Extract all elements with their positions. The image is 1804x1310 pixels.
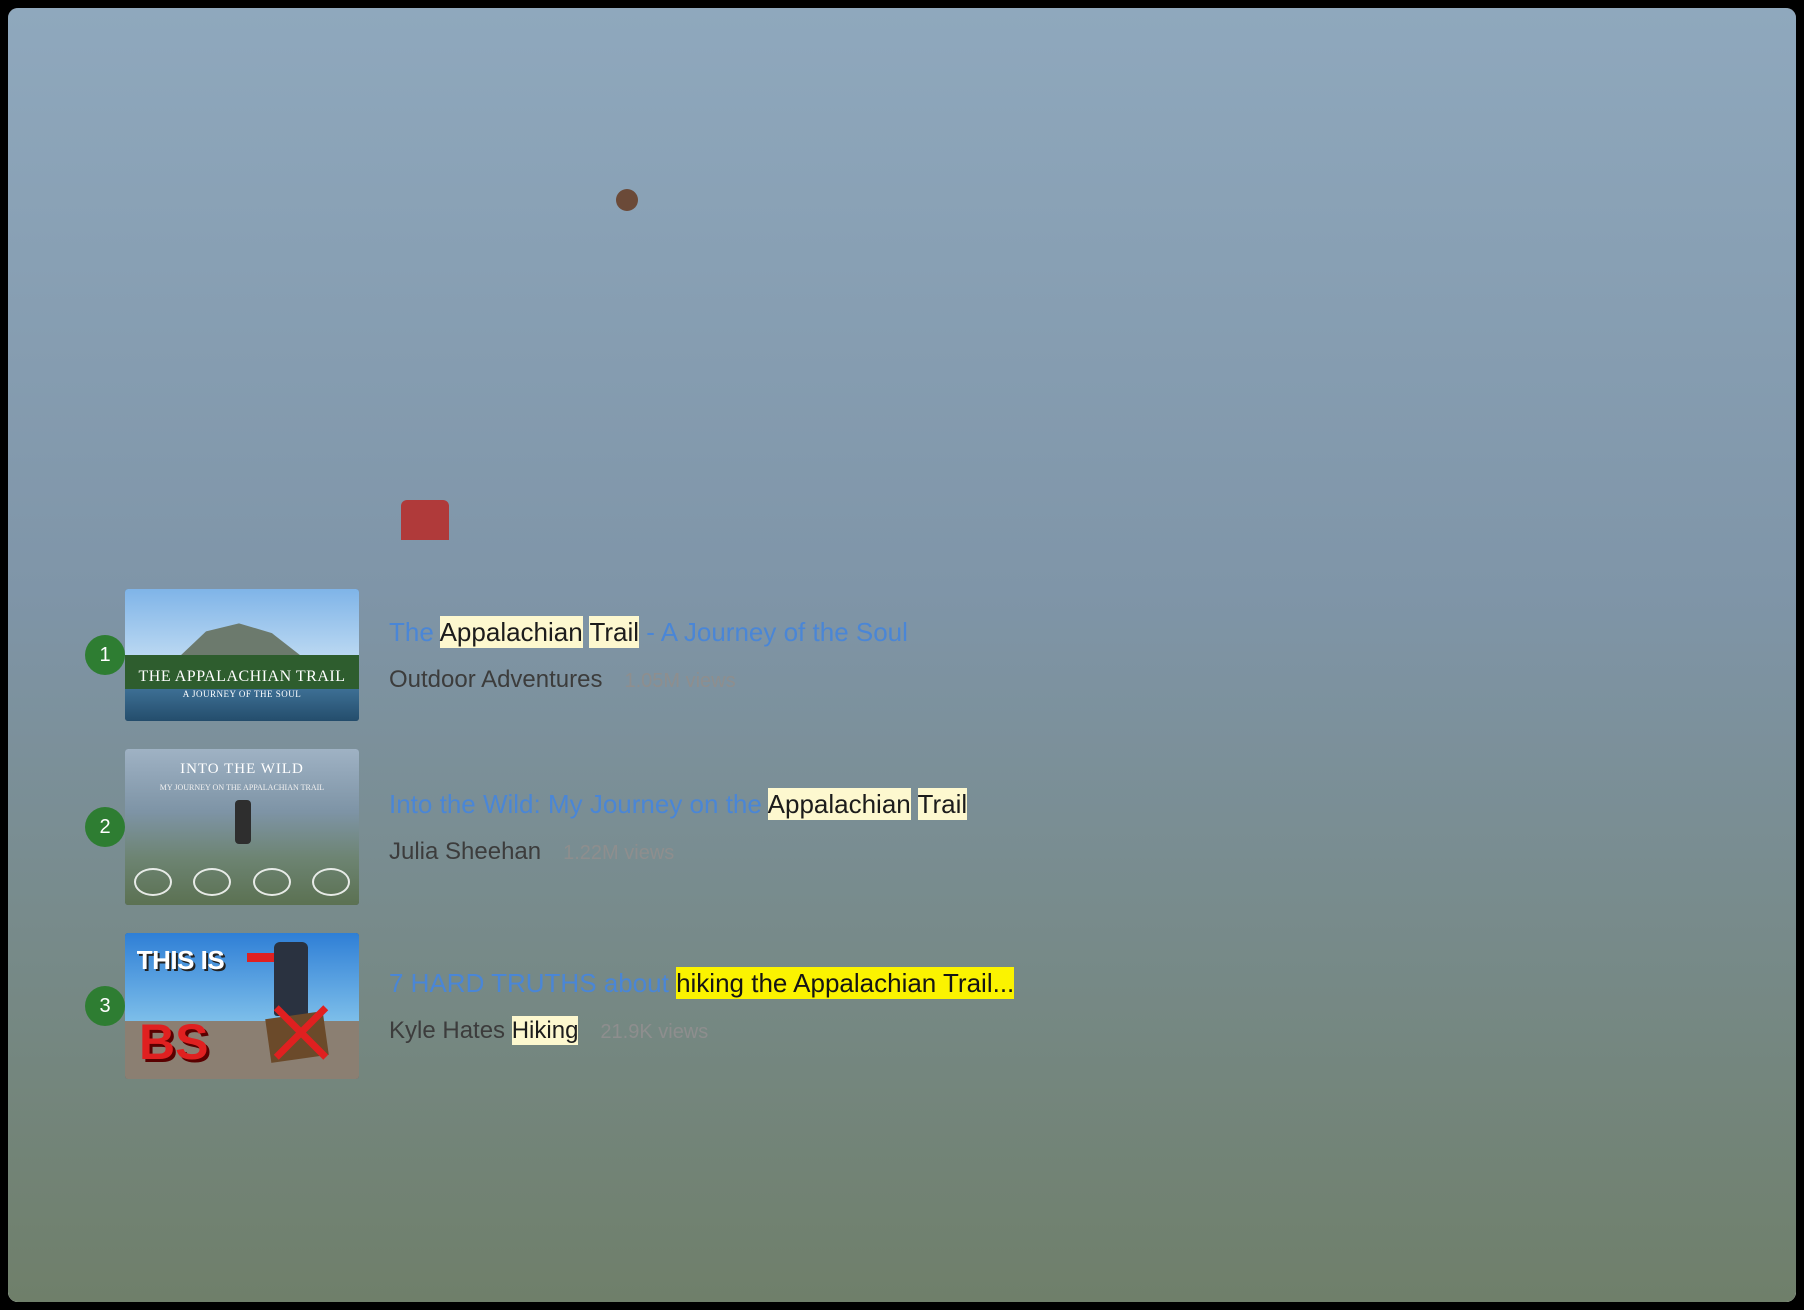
top-ranking-panel: CHANNEL Kyle Hates Hiking J YOU Joe Samp… (54, 337, 1750, 495)
channel-avatar-art (77, 356, 140, 419)
channel-avatar (77, 356, 140, 419)
result-title-link[interactable]: Into the Wild: My Journey on the Appalac… (389, 788, 967, 821)
result-meta: The Appalachian Trail - A Journey of the… (389, 616, 908, 695)
rank-badge: 3 (85, 986, 125, 1026)
rank-badge: 2 (85, 807, 125, 847)
main-content: Top Ranking in Search CHANNEL Kyle Hates… (8, 268, 1796, 1202)
thumbnail-art: INTO THE WILD MY JOURNEY ON THE APPALACH… (125, 749, 359, 905)
table-row[interactable]: 3 THIS IS BS 7 HARD TRUTHS about hiking … (77, 919, 1727, 1093)
result-views: 21.9K views (600, 1021, 708, 1044)
result-views: 1.22M views (563, 842, 674, 865)
result-channel: Julia Sheehan (389, 838, 541, 866)
result-views: 1.05M views (624, 670, 735, 693)
video-thumbnail[interactable]: THIS IS BS (125, 933, 359, 1079)
thumbnail-art: THE APPALACHIAN TRAILA JOURNEY OF THE SO… (125, 589, 359, 721)
result-title-link[interactable]: 7 HARD TRUTHS about hiking the Appalachi… (389, 967, 1014, 1000)
result-meta: Into the Wild: My Journey on the Appalac… (389, 788, 967, 867)
top-ranking-row: CHANNEL Kyle Hates Hiking J YOU Joe Samp… (77, 356, 1727, 434)
result-title-link[interactable]: The Appalachian Trail - A Journey of the… (389, 616, 908, 649)
video-thumbnail[interactable]: THE APPALACHIAN TRAILA JOURNEY OF THE SO… (125, 589, 359, 721)
video-thumbnail[interactable]: INTO THE WILD MY JOURNEY ON THE APPALACH… (125, 749, 359, 905)
result-channel: Outdoor Adventures (389, 666, 602, 694)
result-meta: 7 HARD TRUTHS about hiking the Appalachi… (389, 967, 1014, 1046)
keyword-explorer-window: tb Keyword Explorer ? × EXPLORE Keywords… (8, 8, 1796, 1302)
thumbnail-art: THIS IS BS (125, 933, 359, 1079)
rank-badge: 1 (85, 635, 125, 675)
result-subline: Julia Sheehan 1.22M views (389, 838, 967, 866)
table-row[interactable]: 1 THE APPALACHIAN TRAILA JOURNEY OF THE … (77, 575, 1727, 735)
table-row[interactable]: 2 INTO THE WILD MY JOURNEY ON THE APPALA… (77, 735, 1727, 919)
search-results-panel: 1 THE APPALACHIAN TRAILA JOURNEY OF THE … (54, 564, 1750, 1114)
channel-owner-block: CHANNEL Kyle Hates Hiking (77, 356, 617, 419)
result-channel: Kyle Hates Hiking (389, 1017, 578, 1045)
result-subline: Kyle Hates Hiking 21.9K views (389, 1017, 1014, 1045)
result-subline: Outdoor Adventures 1.05M views (389, 666, 908, 694)
